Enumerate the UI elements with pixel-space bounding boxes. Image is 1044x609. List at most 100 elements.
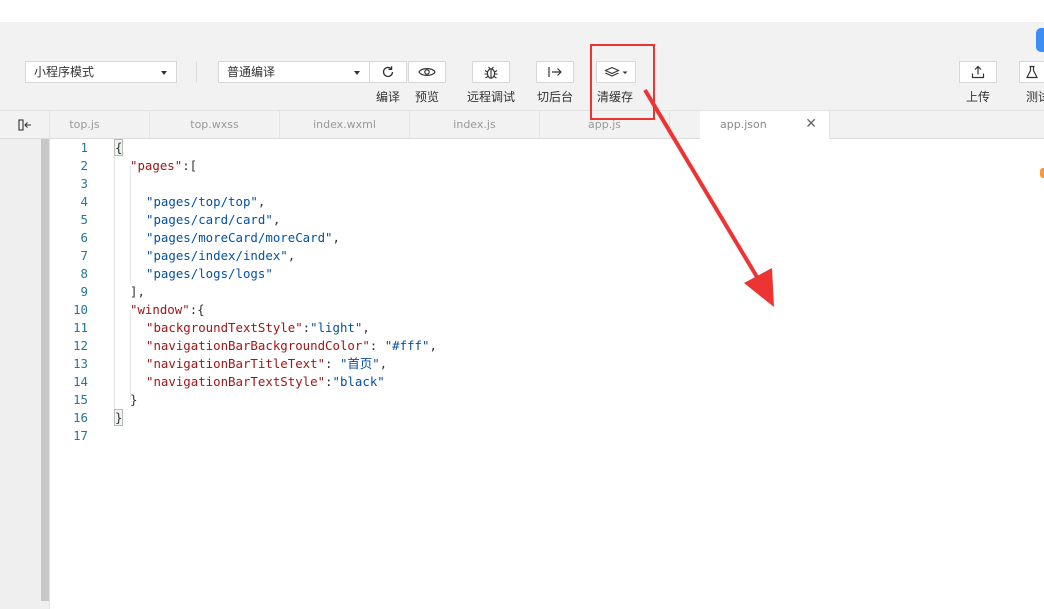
tab-top-wxss[interactable]: top.wxss <box>150 111 280 138</box>
preview-label: 预览 <box>415 90 440 104</box>
test-button[interactable] <box>1019 61 1044 83</box>
code-punctuation: { <box>114 139 124 156</box>
line-number: 1 <box>80 140 88 155</box>
json-string: "#fff" <box>384 338 430 353</box>
code-text: "pages":[ <box>130 157 197 175</box>
eye-icon <box>418 68 436 76</box>
code-punctuation: : <box>325 374 333 389</box>
upload-label: 上传 <box>966 90 991 104</box>
code-text: "navigationBarTextStyle":"black" <box>146 373 385 391</box>
code-text: } <box>114 409 124 427</box>
line-number: 10 <box>73 302 88 317</box>
code-line[interactable]: 4 "pages/top/top", <box>50 193 1044 211</box>
mode-select-value: 小程序模式 <box>34 65 95 79</box>
tab-label: top.js <box>69 118 100 131</box>
code-text: "pages/index/index", <box>146 247 295 265</box>
tab-top-js[interactable]: top.js <box>20 111 150 138</box>
code-line[interactable]: 11 "backgroundTextStyle":"light", <box>50 319 1044 337</box>
code-line[interactable]: 5 "pages/card/card", <box>50 211 1044 229</box>
upload-button[interactable] <box>959 61 997 83</box>
compile-button[interactable] <box>369 61 407 83</box>
switch-background-icon <box>548 67 562 77</box>
tab-label: index.wxml <box>313 118 376 131</box>
tab-index-wxml[interactable]: index.wxml <box>280 111 410 138</box>
code-line[interactable]: 6 "pages/moreCard/moreCard", <box>50 229 1044 247</box>
code-line[interactable]: 14 "navigationBarTextStyle":"black" <box>50 373 1044 391</box>
line-number: 12 <box>73 338 88 353</box>
code-text: "pages/moreCard/moreCard", <box>146 229 340 247</box>
code-line[interactable]: 2 "pages":[ <box>50 157 1044 175</box>
tab-app-json[interactable]: app.json ✕ <box>700 111 830 139</box>
code-line[interactable]: 8 "pages/logs/logs" <box>50 265 1044 283</box>
remote-debug-button[interactable] <box>472 61 510 83</box>
code-line[interactable]: 12 "navigationBarBackgroundColor": "#fff"… <box>50 337 1044 355</box>
json-key: "pages" <box>130 158 183 173</box>
refresh-icon <box>382 66 394 78</box>
line-number: 2 <box>80 158 88 173</box>
line-number: 14 <box>73 374 88 389</box>
json-string: "black" <box>332 374 385 389</box>
code-line[interactable]: 1{ <box>50 139 1044 157</box>
mode-select[interactable]: 小程序模式 <box>25 61 177 83</box>
line-number: 6 <box>80 230 88 245</box>
compile-label: 编译 <box>376 90 401 104</box>
code-text: "pages/card/card", <box>146 211 280 229</box>
code-punctuation: , <box>272 212 281 227</box>
close-icon[interactable]: ✕ <box>805 111 817 138</box>
remote-debug-label: 远程调试 <box>467 90 516 104</box>
tab-index-js[interactable]: index.js <box>410 111 540 138</box>
json-string: "pages/card/card" <box>146 212 273 227</box>
json-key: "window" <box>130 302 190 317</box>
code-punctuation: : <box>369 338 385 353</box>
code-line[interactable]: 3 <box>50 175 1044 193</box>
chevron-down-icon <box>354 71 360 75</box>
json-string: "pages/moreCard/moreCard" <box>146 230 333 245</box>
preview-button[interactable] <box>408 61 446 83</box>
code-text: "pages/logs/logs" <box>146 265 273 283</box>
code-punctuation: } <box>114 409 124 426</box>
code-line[interactable]: 17 <box>50 427 1044 445</box>
scrollbar[interactable] <box>41 139 49 601</box>
editor-tab-bar: top.js top.wxss index.wxml index.js app.… <box>0 111 1044 139</box>
code-punctuation: , <box>379 356 388 371</box>
json-string: "light" <box>310 320 363 335</box>
toolbar-divider <box>196 62 197 82</box>
code-line[interactable]: 7 "pages/index/index", <box>50 247 1044 265</box>
code-punctuation: ], <box>130 284 145 299</box>
code-text: "window":{ <box>130 301 205 319</box>
line-number: 17 <box>73 428 88 443</box>
line-number: 8 <box>80 266 88 281</box>
code-line[interactable]: 15} <box>50 391 1044 409</box>
code-text: "backgroundTextStyle":"light", <box>146 319 370 337</box>
json-key: "navigationBarTextStyle" <box>146 374 326 389</box>
code-editor[interactable]: 1{2 "pages":[3 4 "pages/top/top", 5 "pages/ca… <box>50 139 1044 609</box>
background-label: 切后台 <box>537 90 574 104</box>
code-text: "navigationBarTitleText": "首页", <box>146 355 387 373</box>
code-text: "pages/top/top", <box>146 193 265 211</box>
window-top-strip <box>0 0 1044 22</box>
tab-label: app.json <box>720 118 767 131</box>
code-punctuation: : <box>325 356 340 371</box>
code-punctuation: } <box>130 392 138 407</box>
code-line[interactable]: 13 "navigationBarTitleText": "首页", <box>50 355 1044 373</box>
code-text: { <box>114 139 124 157</box>
code-punctuation: , <box>332 230 340 245</box>
line-number: 3 <box>80 176 88 191</box>
code-line[interactable]: 16} <box>50 409 1044 427</box>
code-line[interactable]: 10 "window":{ <box>50 301 1044 319</box>
code-punctuation: , <box>429 338 437 353</box>
code-line[interactable]: 9], <box>50 283 1044 301</box>
code-punctuation: , <box>287 248 296 263</box>
background-button[interactable] <box>536 61 574 83</box>
line-number: 11 <box>73 320 88 335</box>
json-string: "首页" <box>339 356 380 371</box>
json-string: "pages/index/index" <box>146 248 288 263</box>
code-text: ], <box>130 283 145 301</box>
user-avatar-button[interactable] <box>1036 28 1044 52</box>
code-punctuation: :[ <box>182 158 198 173</box>
json-string: "pages/logs/logs" <box>146 266 273 281</box>
compile-select[interactable]: 普通编译 <box>218 61 370 83</box>
line-number: 4 <box>80 194 88 209</box>
code-punctuation: , <box>362 320 370 335</box>
compile-select-value: 普通编译 <box>227 65 276 79</box>
